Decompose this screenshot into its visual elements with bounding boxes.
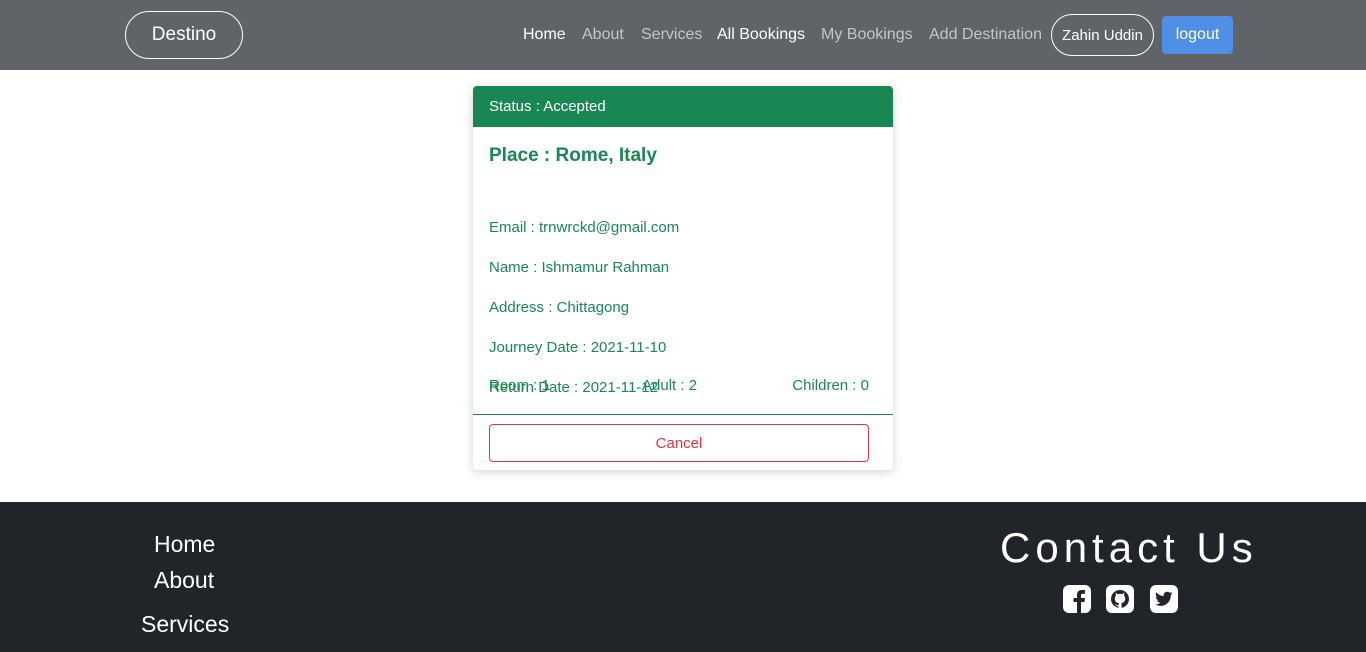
cancel-button[interactable]: Cancel <box>489 424 869 462</box>
journey-date-field: Journey Date : 2021-11-10 <box>489 339 667 356</box>
name-field: Name : Ishmamur Rahman <box>489 259 670 276</box>
github-icon[interactable] <box>1105 584 1135 614</box>
nav-my-bookings[interactable]: My Bookings <box>821 24 913 46</box>
booking-card: Status : Accepted Place : Rome, Italy Em… <box>473 86 893 470</box>
contact-title: Contact Us <box>1000 524 1258 571</box>
children-count: Children : 0 <box>792 377 869 394</box>
brand-logo[interactable]: Destino <box>125 11 243 59</box>
nav-home[interactable]: Home <box>523 24 566 46</box>
booking-details: Place : Rome, Italy Email : trnwrckd@gma… <box>473 127 893 415</box>
address-field: Address : Chittagong <box>489 299 630 316</box>
navbar: Destino Home About Services All Bookings… <box>0 0 1366 70</box>
guest-counts: Room : 1 Adult : 2 Children : 0 <box>489 377 869 397</box>
nav-all-bookings[interactable]: All Bookings <box>717 24 805 46</box>
place-title: Place : Rome, Italy <box>489 145 657 166</box>
nav-about[interactable]: About <box>582 24 624 46</box>
email-field: Email : trnwrckd@gmail.com <box>489 219 680 236</box>
adult-count: Adult : 2 <box>642 377 698 394</box>
status-header: Status : Accepted <box>473 86 893 127</box>
footer-link-home[interactable]: Home <box>154 531 215 558</box>
twitter-icon[interactable] <box>1149 584 1179 614</box>
card-divider <box>473 414 893 415</box>
nav-services[interactable]: Services <box>641 24 702 46</box>
footer-link-about[interactable]: About <box>154 567 214 594</box>
nav-add-destination[interactable]: Add Destination <box>929 24 1042 46</box>
facebook-icon[interactable] <box>1062 584 1092 614</box>
logout-button[interactable]: logout <box>1162 16 1233 54</box>
user-name-badge[interactable]: Zahin Uddin <box>1051 14 1154 56</box>
footer-link-services[interactable]: Services <box>141 611 229 638</box>
room-count: Room : 1 <box>489 377 550 394</box>
